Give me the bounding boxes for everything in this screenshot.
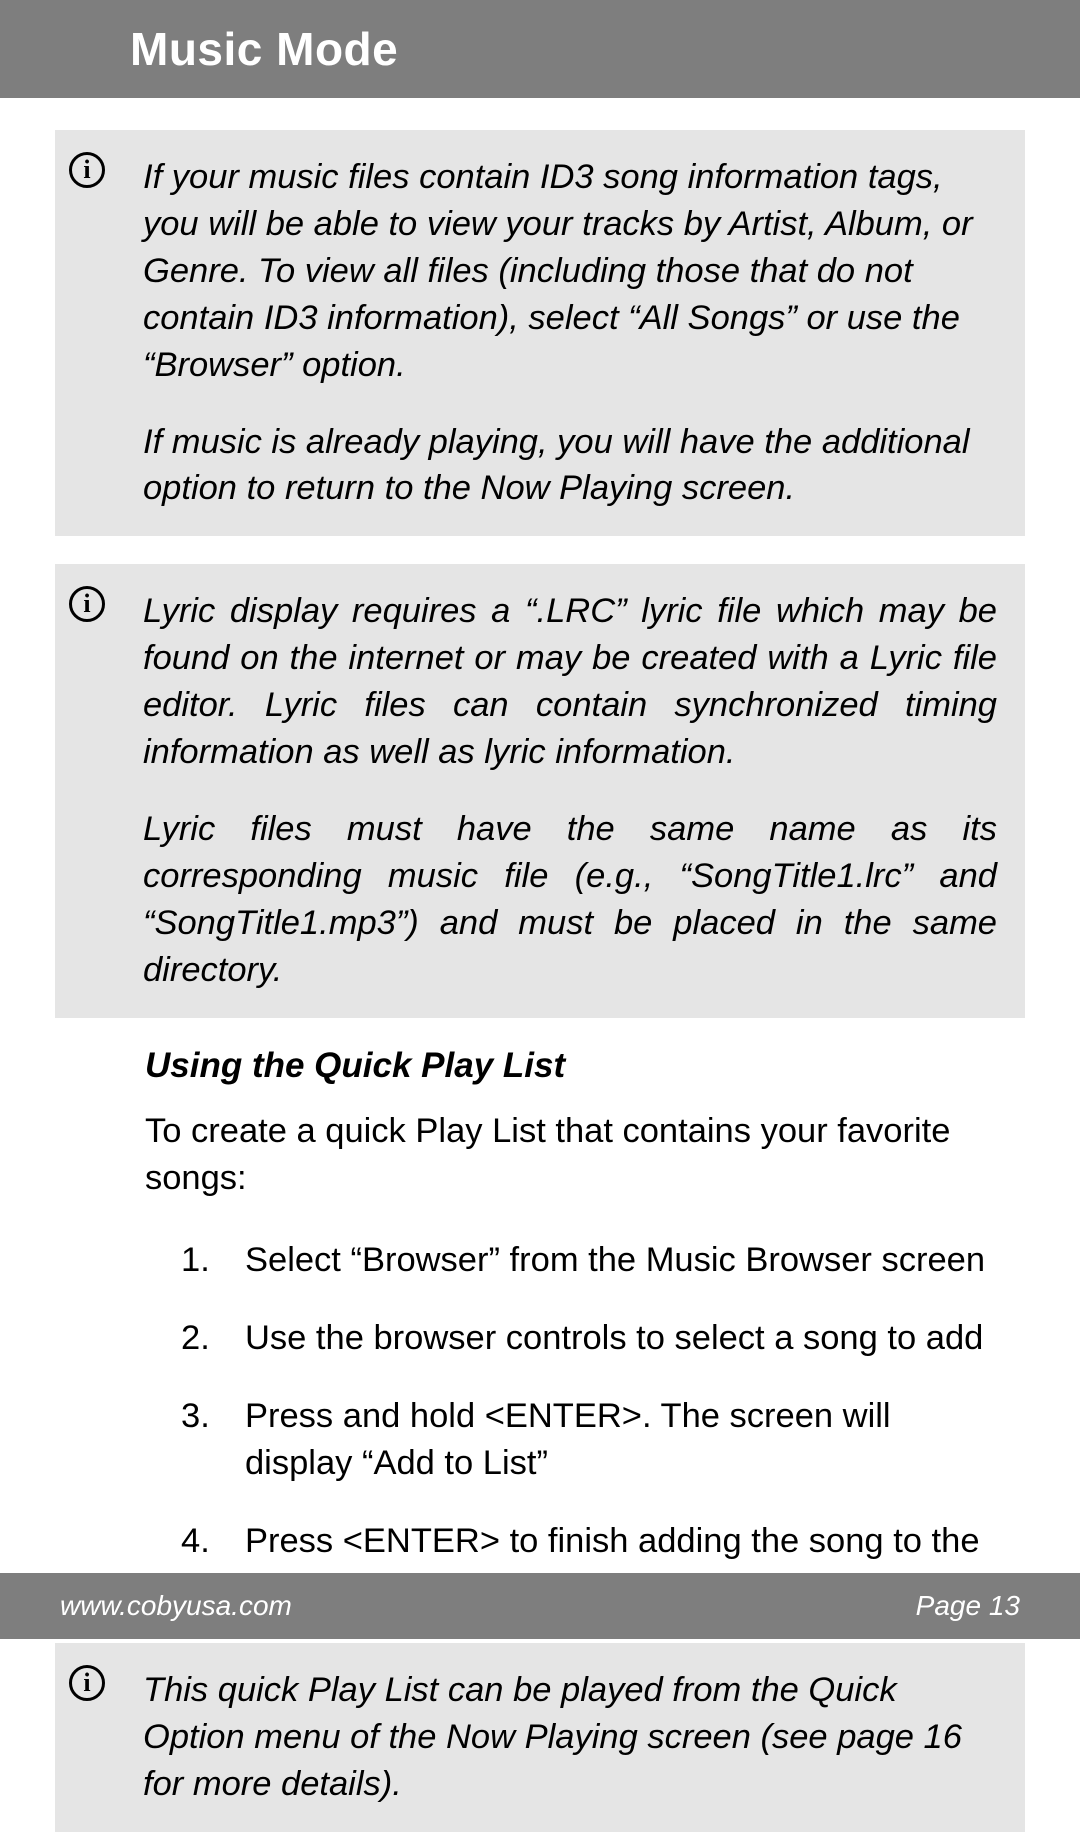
info-body: Lyric display requires a “.LRC” lyric fi… (143, 588, 997, 993)
info-body: This quick Play List can be played from … (143, 1667, 997, 1808)
footer-bar: www.cobyusa.com Page 13 (0, 1573, 1080, 1639)
info-box-quickoption: i This quick Play List can be played fro… (55, 1643, 1025, 1832)
section-intro: To create a quick Play List that contain… (145, 1108, 995, 1202)
header-bar: Music Mode (0, 0, 1080, 98)
info-icon: i (69, 152, 105, 188)
footer-url: www.cobyusa.com (60, 1590, 292, 1622)
info-text: Lyric display requires a “.LRC” lyric fi… (143, 588, 997, 776)
section-quickplay: Using the Quick Play List To create a qu… (55, 1046, 1025, 1613)
info-text: If music is already playing, you will ha… (143, 419, 997, 513)
step-item: Select “Browser” from the Music Browser … (181, 1237, 995, 1285)
info-box-id3: i If your music files contain ID3 song i… (55, 130, 1025, 536)
info-icon: i (69, 586, 105, 622)
section-title: Using the Quick Play List (145, 1046, 995, 1086)
info-text: This quick Play List can be played from … (143, 1667, 997, 1808)
step-item: Press and hold <ENTER>. The screen will … (181, 1393, 995, 1488)
info-icon: i (69, 1665, 105, 1701)
steps-list: Select “Browser” from the Music Browser … (145, 1237, 995, 1613)
step-item: Use the browser controls to select a son… (181, 1315, 995, 1363)
info-text: If your music files contain ID3 song inf… (143, 154, 997, 389)
info-text: Lyric files must have the same name as i… (143, 806, 997, 994)
footer-page: Page 13 (916, 1590, 1020, 1622)
page-title: Music Mode (130, 22, 398, 76)
info-body: If your music files contain ID3 song inf… (143, 154, 997, 512)
info-box-lyrics: i Lyric display requires a “.LRC” lyric … (55, 564, 1025, 1017)
